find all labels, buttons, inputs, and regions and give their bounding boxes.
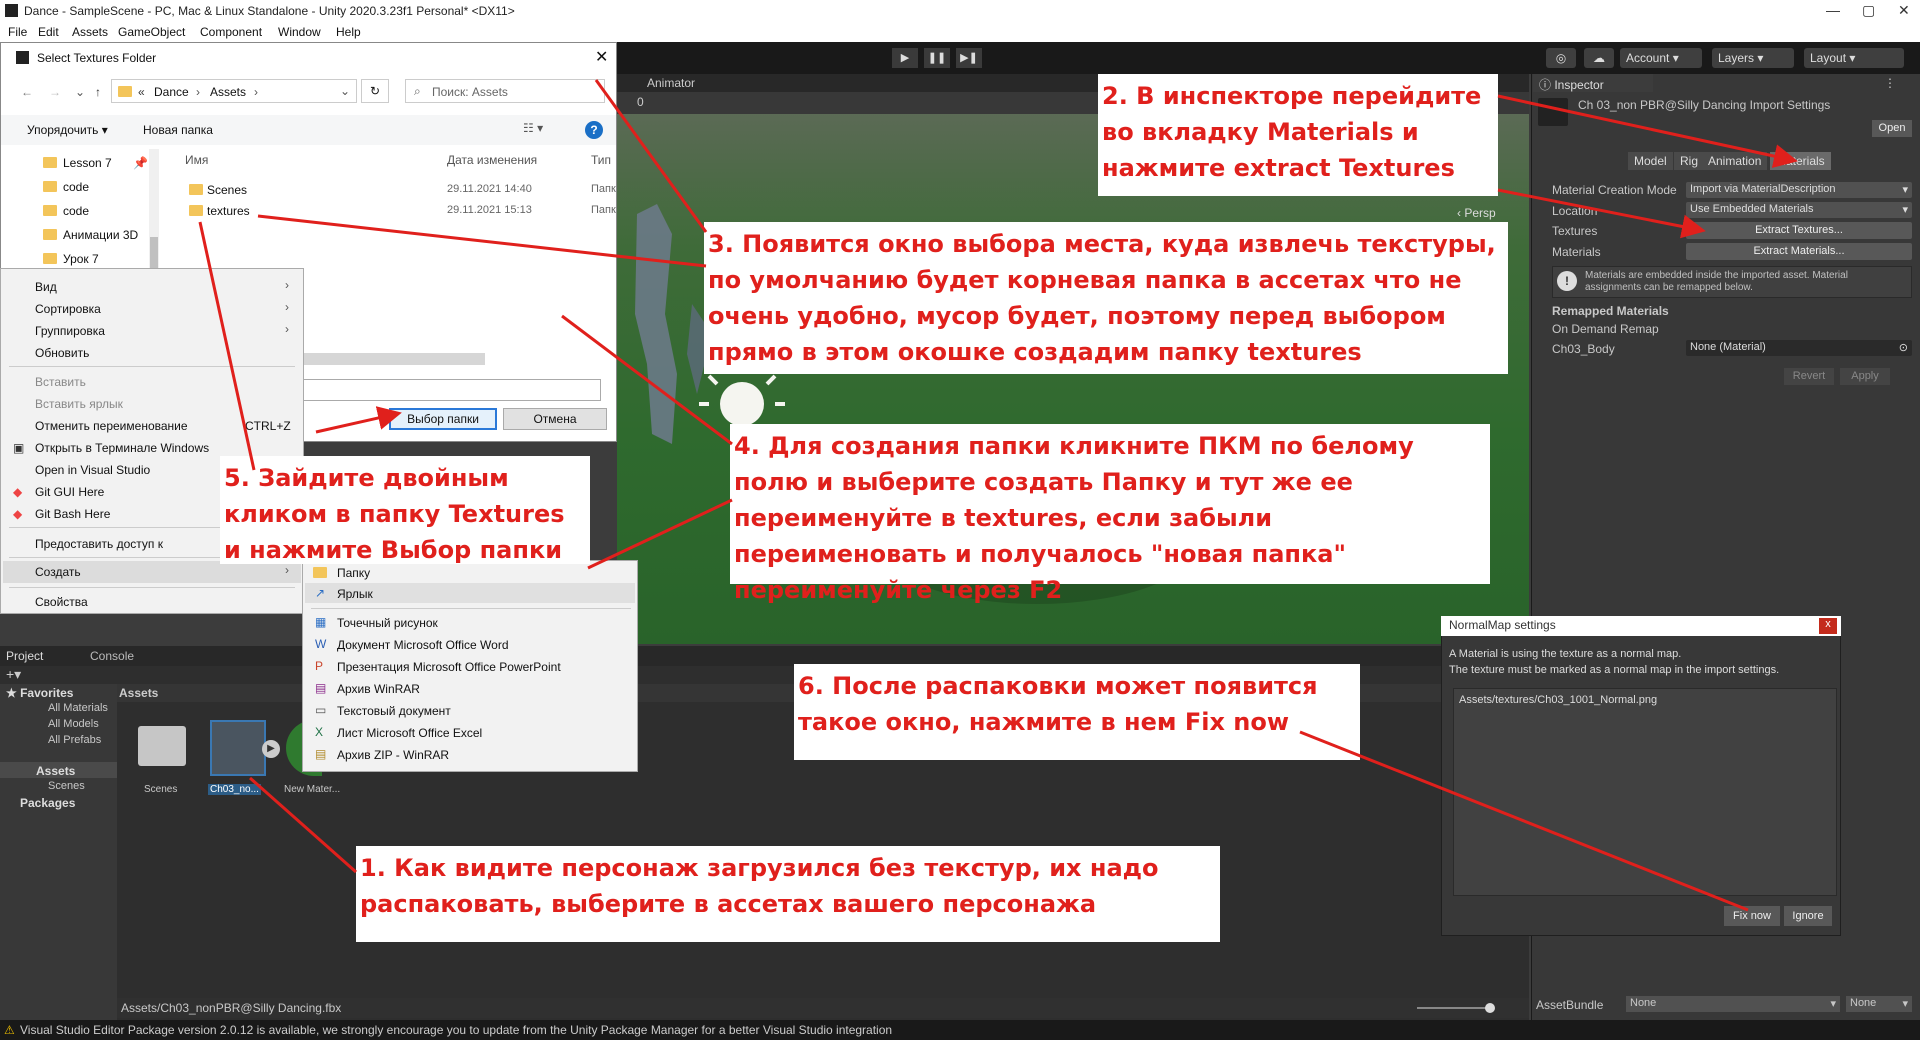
arrow-to-materials-tab [1497,94,1798,168]
arrow-to-extract-textures [1497,188,1706,239]
arrow-to-select-button [315,406,402,434]
arrow-to-textures-folder [257,214,707,268]
arrow-to-character-asset [249,776,357,874]
arrow-to-white-field [561,314,733,446]
arrow-to-fix-now [1299,730,1749,912]
annotation-arrows [198,79,1798,912]
arrow-to-textures [198,221,256,471]
arrow-to-create-folder [587,498,733,570]
arrow-to-dialog [594,79,708,233]
